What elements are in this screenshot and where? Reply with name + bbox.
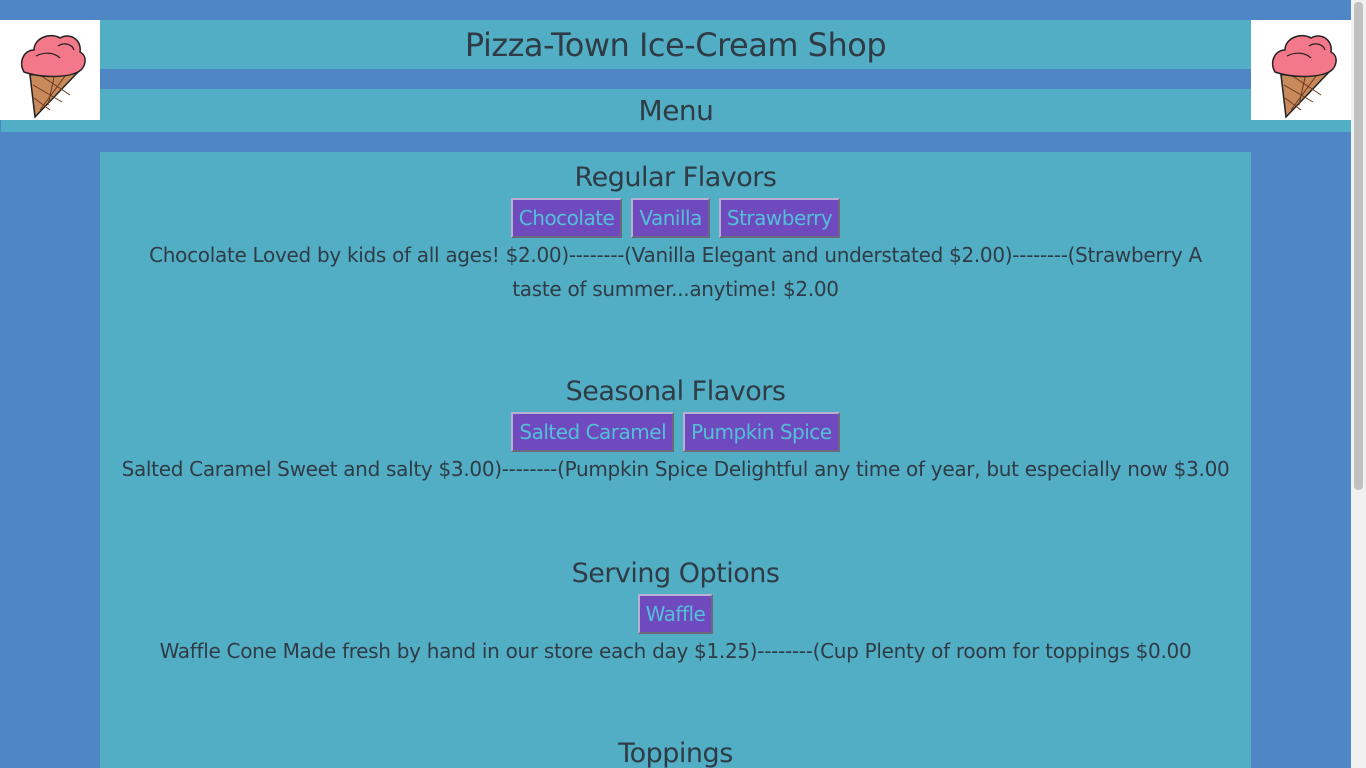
- section-title: Regular Flavors: [574, 162, 777, 193]
- scrollbar-thumb[interactable]: [1354, 2, 1363, 490]
- section-description: Chocolate Loved by kids of all ages! $2.…: [149, 243, 1202, 301]
- section-title: Seasonal Flavors: [565, 376, 786, 407]
- flavor-button-row: Waffle: [100, 594, 1251, 634]
- menu-header: Menu: [1, 89, 1351, 132]
- regular-flavors-section: Regular Flavors Chocolate Vanilla Strawb…: [100, 158, 1251, 306]
- section-title: Serving Options: [571, 558, 780, 589]
- section-description: Salted Caramel Sweet and salty $3.00)---…: [121, 457, 1230, 481]
- flavor-button-row: Salted Caramel Pumpkin Spice: [100, 412, 1251, 452]
- seasonal-flavors-section: Seasonal Flavors Salted Caramel Pumpkin …: [100, 372, 1251, 486]
- ice-cream-cone-icon: [1251, 20, 1351, 120]
- section-title: Toppings: [618, 738, 733, 768]
- section-description: Waffle Cone Made fresh by hand in our st…: [159, 639, 1192, 663]
- chocolate-button[interactable]: Chocolate: [510, 198, 623, 238]
- menu-title: Menu: [638, 94, 714, 127]
- toppings-section: Toppings: [100, 734, 1251, 768]
- page: Pizza-Town Ice-Cream Shop Menu Regular F…: [0, 0, 1351, 768]
- menu-content: Regular Flavors Chocolate Vanilla Strawb…: [100, 152, 1251, 768]
- site-header: Pizza-Town Ice-Cream Shop: [100, 20, 1251, 69]
- ice-cream-cone-icon: [0, 20, 100, 120]
- strawberry-button[interactable]: Strawberry: [718, 198, 841, 238]
- vanilla-button[interactable]: Vanilla: [631, 198, 710, 238]
- flavor-button-row: Chocolate Vanilla Strawberry: [100, 198, 1251, 238]
- waffle-button[interactable]: Waffle: [637, 594, 714, 634]
- serving-options-section: Serving Options Waffle Waffle Cone Made …: [100, 554, 1251, 668]
- vertical-scrollbar[interactable]: [1351, 0, 1366, 768]
- pumpkin-spice-button[interactable]: Pumpkin Spice: [683, 412, 840, 452]
- site-title: Pizza-Town Ice-Cream Shop: [464, 25, 887, 64]
- salted-caramel-button[interactable]: Salted Caramel: [511, 412, 675, 452]
